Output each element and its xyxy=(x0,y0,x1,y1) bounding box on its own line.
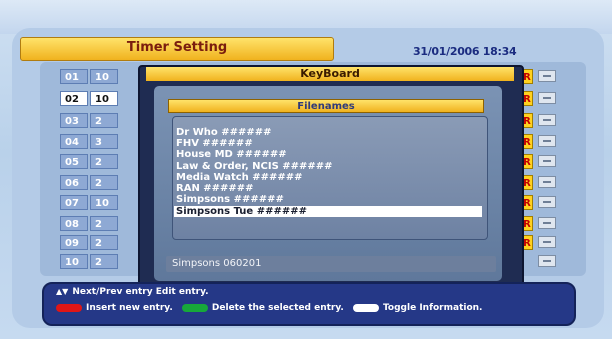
filename-item[interactable]: Media Watch ###### xyxy=(176,172,476,183)
timer-number: 04 xyxy=(60,134,88,149)
timer-time: 2 xyxy=(90,154,118,169)
timer-number: 01 xyxy=(60,69,88,84)
white-button-icon xyxy=(352,303,379,312)
timer-number: 08 xyxy=(60,216,88,231)
filenames-title: Filenames xyxy=(168,99,484,113)
filename-item[interactable]: House MD ###### xyxy=(176,149,476,160)
help-nav-label: Next/Prev entry Edit entry. xyxy=(72,287,209,297)
mode-icon xyxy=(538,114,556,126)
filename-item[interactable]: Law & Order, NCIS ###### xyxy=(176,161,476,172)
timer-time: 10 xyxy=(90,195,118,210)
white-button-label: Toggle Information. xyxy=(382,303,483,313)
timer-number: 09 xyxy=(60,235,88,250)
filename-input[interactable]: Simpsons 060201 xyxy=(166,256,496,272)
mode-icon xyxy=(538,217,556,229)
timer-time: 2 xyxy=(90,235,118,250)
keyboard-title: KeyBoard xyxy=(146,67,514,81)
page-title: Timer Setting xyxy=(126,40,228,55)
red-button-label: Insert new entry. xyxy=(86,303,173,313)
filename-item[interactable]: Simpsons ###### xyxy=(176,194,476,205)
timer-number: 10 xyxy=(60,254,88,269)
title-tab: Timer Setting xyxy=(20,37,334,61)
filename-item-selected[interactable]: Simpsons Tue ###### xyxy=(174,206,482,217)
filename-item[interactable]: RAN ###### xyxy=(176,183,476,194)
mode-icon xyxy=(538,135,556,147)
mode-icon xyxy=(538,176,556,188)
red-button-icon xyxy=(56,303,82,312)
timer-number: 06 xyxy=(60,175,88,190)
mode-icon xyxy=(538,196,556,208)
timer-time: 10 xyxy=(90,91,118,106)
help-line-colors: Insert new entry. Delete the selected en… xyxy=(56,303,482,313)
filename-item[interactable]: Dr Who ###### xyxy=(176,127,476,138)
timer-time: 2 xyxy=(90,113,118,128)
mode-icon xyxy=(538,236,556,248)
filename-item[interactable]: FHV ###### xyxy=(176,138,476,149)
mode-icon xyxy=(538,70,556,82)
timer-number: 02 xyxy=(60,91,88,106)
mode-icon xyxy=(538,255,556,267)
up-down-arrow-icon: ▲▼ xyxy=(56,287,69,296)
timer-number: 05 xyxy=(60,154,88,169)
timer-number: 07 xyxy=(60,195,88,210)
mode-icon xyxy=(538,92,556,104)
help-line-nav: ▲▼ Next/Prev entry Edit entry. xyxy=(56,287,209,297)
green-button-icon xyxy=(181,303,208,312)
timer-time: 2 xyxy=(90,216,118,231)
timer-time: 10 xyxy=(90,69,118,84)
mode-icon xyxy=(538,155,556,167)
timer-time: 3 xyxy=(90,134,118,149)
timer-number: 03 xyxy=(60,113,88,128)
datetime-display: 31/01/2006 18:34 xyxy=(413,45,517,58)
timer-time: 2 xyxy=(90,175,118,190)
timer-time: 2 xyxy=(90,254,118,269)
green-button-label: Delete the selected entry. xyxy=(211,303,344,313)
